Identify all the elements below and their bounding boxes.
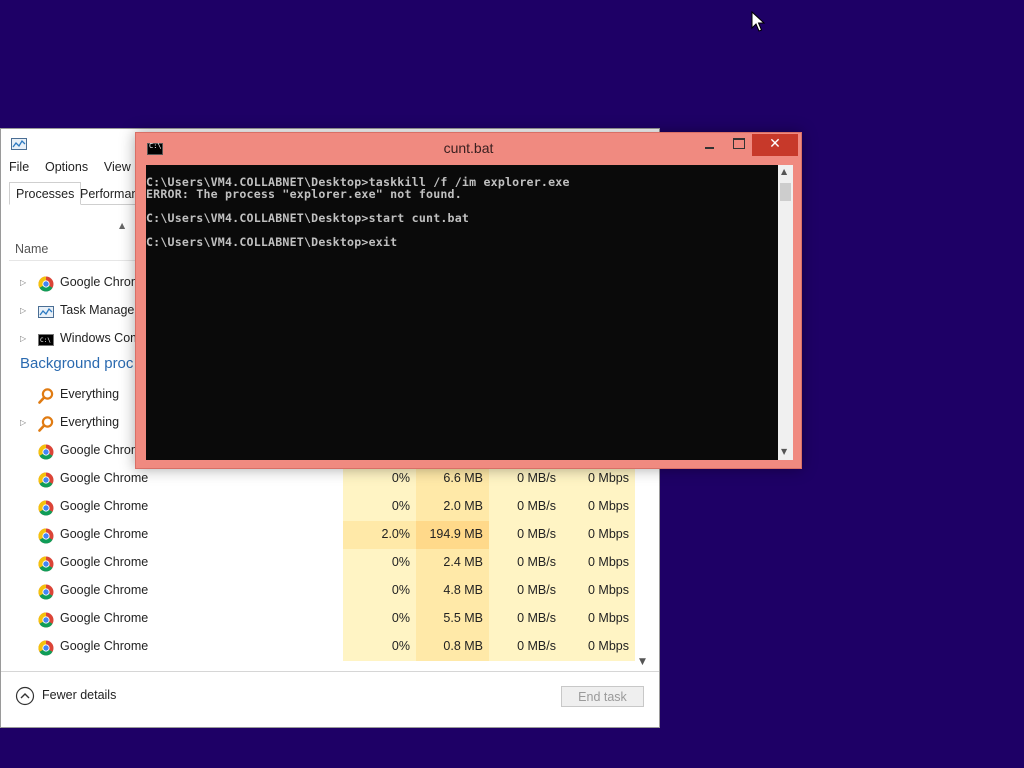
everything-icon	[38, 388, 54, 404]
process-name: Google Chrome	[60, 471, 149, 485]
console-scrollbar[interactable]: ▲ ▼	[778, 165, 793, 460]
expand-arrow-icon[interactable]: ▷	[20, 278, 26, 287]
chrome-icon	[38, 500, 54, 516]
menu-view[interactable]: View	[104, 160, 131, 174]
process-name: Task Manager	[60, 303, 139, 317]
fewer-details-label: Fewer details	[42, 688, 117, 702]
expand-arrow-icon[interactable]: ▷	[20, 334, 26, 343]
chevron-up-circle-icon	[15, 686, 35, 706]
memory-cell: 6.6 MB	[416, 465, 489, 493]
chrome-icon	[38, 640, 54, 656]
scroll-down-icon[interactable]: ▼	[639, 657, 646, 667]
chrome-icon	[38, 612, 54, 628]
disk-cell: 0 MB/s	[489, 549, 562, 577]
process-name: Google Chrome	[60, 639, 149, 653]
mouse-pointer-icon	[751, 11, 765, 32]
sort-up-icon[interactable]: ▲	[119, 221, 125, 230]
cpu-cell: 0%	[343, 633, 416, 661]
disk-cell: 0 MB/s	[489, 577, 562, 605]
process-name: Google Chrome	[60, 611, 149, 625]
chrome-icon	[38, 556, 54, 572]
network-cell: 0 Mbps	[562, 493, 635, 521]
minimize-button[interactable]	[696, 135, 724, 155]
process-name: Windows Com	[60, 331, 141, 345]
process-name: Google Chrome	[60, 527, 149, 541]
process-name: Google Chrome	[60, 499, 149, 513]
cpu-cell: 0%	[343, 577, 416, 605]
process-row[interactable]: Google Chrome 0% 2.4 MB 0 MB/s 0 Mbps	[9, 549, 635, 577]
cpu-cell: 0%	[343, 549, 416, 577]
memory-cell: 5.5 MB	[416, 605, 489, 633]
process-name: Google Chrome	[60, 583, 149, 597]
cpu-cell: 0%	[343, 465, 416, 493]
disk-cell: 0 MB/s	[489, 633, 562, 661]
scroll-up-icon[interactable]: ▲	[781, 167, 787, 176]
process-name: Everything	[60, 415, 120, 429]
menu-bar: File Options View	[9, 160, 143, 178]
menu-options[interactable]: Options	[45, 160, 88, 174]
background-processes-heading: Background proc	[20, 355, 134, 372]
chrome-icon	[38, 584, 54, 600]
cmd-icon: C:\	[38, 334, 54, 346]
console-line: C:\Users\VM4.COLLABNET\Desktop>exit	[146, 235, 398, 249]
cmd-titlebar[interactable]: C:\ cunt.bat ✕	[136, 133, 801, 164]
process-name: Google Chrom	[60, 275, 142, 289]
process-row[interactable]: Google Chrome 0% 4.8 MB 0 MB/s 0 Mbps	[9, 577, 635, 605]
scroll-thumb[interactable]	[780, 183, 791, 201]
chrome-icon	[38, 528, 54, 544]
memory-cell: 0.8 MB	[416, 633, 489, 661]
command-prompt-window: C:\ cunt.bat ✕ C:\Users\VM4.COLLABNET\De…	[135, 132, 802, 469]
task-manager-app-icon	[11, 138, 27, 150]
disk-cell: 0 MB/s	[489, 521, 562, 549]
process-row[interactable]: Google Chrome 0% 0.8 MB 0 MB/s 0 Mbps	[9, 633, 635, 661]
scroll-down-icon[interactable]: ▼	[781, 447, 787, 456]
process-name: Google Chrom	[60, 443, 142, 457]
console-line: ERROR: The process "explorer.exe" not fo…	[146, 187, 462, 201]
cpu-cell: 0%	[343, 493, 416, 521]
network-cell: 0 Mbps	[562, 465, 635, 493]
maximize-button[interactable]	[724, 135, 752, 155]
disk-cell: 0 MB/s	[489, 465, 562, 493]
disk-cell: 0 MB/s	[489, 493, 562, 521]
menu-file[interactable]: File	[9, 160, 29, 174]
process-row[interactable]: Google Chrome 2.0% 194.9 MB 0 MB/s 0 Mbp…	[9, 521, 635, 549]
disk-cell: 0 MB/s	[489, 605, 562, 633]
network-cell: 0 Mbps	[562, 577, 635, 605]
svg-text:C:\: C:\	[40, 337, 51, 344]
process-row[interactable]: Google Chrome 0% 5.5 MB 0 MB/s 0 Mbps	[9, 605, 635, 633]
chrome-icon	[38, 276, 54, 292]
column-header-name[interactable]: Name	[15, 242, 48, 256]
cpu-cell: 2.0%	[343, 521, 416, 549]
memory-cell: 2.4 MB	[416, 549, 489, 577]
process-row[interactable]: Google Chrome 0% 6.6 MB 0 MB/s 0 Mbps	[9, 465, 635, 493]
expand-arrow-icon[interactable]: ▷	[20, 306, 26, 315]
chrome-icon	[38, 444, 54, 460]
console-line: C:\Users\VM4.COLLABNET\Desktop>start cun…	[146, 211, 470, 225]
chrome-icon	[38, 472, 54, 488]
everything-icon	[38, 416, 54, 432]
network-cell: 0 Mbps	[562, 633, 635, 661]
network-cell: 0 Mbps	[562, 605, 635, 633]
process-row[interactable]: Google Chrome 0% 2.0 MB 0 MB/s 0 Mbps	[9, 493, 635, 521]
memory-cell: 194.9 MB	[416, 521, 489, 549]
network-cell: 0 Mbps	[562, 521, 635, 549]
expand-arrow-icon[interactable]: ▷	[20, 418, 26, 427]
memory-cell: 2.0 MB	[416, 493, 489, 521]
close-button[interactable]: ✕	[752, 134, 798, 156]
process-name: Everything	[60, 387, 120, 401]
memory-cell: 4.8 MB	[416, 577, 489, 605]
task-manager-icon	[38, 306, 54, 318]
network-cell: 0 Mbps	[562, 549, 635, 577]
console-output[interactable]: C:\Users\VM4.COLLABNET\Desktop>taskkill …	[146, 165, 778, 460]
tab-processes[interactable]: Processes	[9, 182, 82, 205]
cpu-cell: 0%	[343, 605, 416, 633]
process-name: Google Chrome	[60, 555, 149, 569]
task-manager-footer: Fewer details End task	[1, 671, 659, 727]
end-task-button[interactable]: End task	[561, 686, 644, 707]
